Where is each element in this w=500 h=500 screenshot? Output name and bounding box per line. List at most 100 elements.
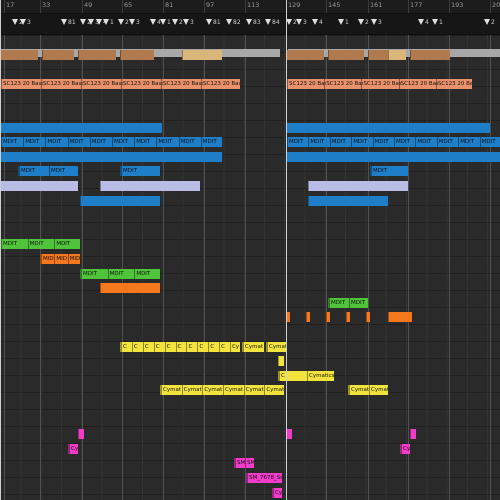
arrangement-clip[interactable]: MDIT MDIT [18, 166, 78, 177]
locator-label: 2 [491, 19, 495, 26]
arrangement-clip[interactable] [326, 312, 330, 323]
arrangement-clip[interactable]: Cy [400, 443, 410, 454]
arrangement-clip[interactable]: SMSM [234, 458, 254, 469]
clip-label: Cymat [202, 385, 225, 396]
arrangement-clip[interactable]: Cy [68, 443, 78, 454]
arrangement-clip[interactable] [0, 151, 222, 162]
bar-ruler[interactable]: 17 33 49 65 81 97 113 129 145 161 177 193 209 [0, 0, 500, 14]
arrangement-clip[interactable] [368, 49, 388, 60]
locator-marker-icon[interactable] [88, 19, 94, 25]
arrangement-clip[interactable] [42, 49, 74, 60]
arrangement-clip[interactable] [0, 122, 162, 133]
arrangement-clip[interactable] [286, 49, 324, 60]
locator-marker-icon[interactable] [226, 19, 232, 25]
locator-marker-icon[interactable] [358, 19, 364, 25]
arrangement-clip[interactable]: Cymat [266, 341, 286, 352]
bar-gridline [368, 35, 369, 500]
arrangement-clip[interactable]: Cymat Cymat Cymat Cymat Cymat Cymat [160, 385, 284, 396]
arrangement-clip[interactable] [328, 49, 364, 60]
arrangement-clip[interactable]: Cymat [242, 341, 264, 352]
arrangement-clip[interactable]: SM_7678_Sn [246, 473, 282, 483]
arrangement-clip[interactable]: MDIT MDIT [328, 297, 368, 308]
locator-marker-icon[interactable] [206, 19, 212, 25]
locator-marker-icon[interactable] [418, 19, 424, 25]
locator-label: 3 [190, 19, 194, 26]
clip-label: MDIT [436, 137, 460, 148]
arrangement-clip[interactable]: MDIT MDIT MDIT [0, 239, 80, 250]
arrangement-clip[interactable]: SC123 20 Bass SC123 20 Bass SC123 20 Bass S… [286, 78, 472, 89]
arrangement-clip[interactable] [388, 312, 412, 323]
arrangement-clip[interactable] [286, 122, 490, 133]
locator-marker-icon[interactable] [265, 19, 271, 25]
bar-number: 97 [206, 1, 215, 9]
arrangement-clip[interactable] [308, 195, 388, 206]
arrangement-clip[interactable] [78, 49, 116, 60]
scene-ruler[interactable]: 2 3 81 2 3 4 1 2 3 4 1 2 3 81 82 83 84 2 3 4 1 2 3 4 1 2 [0, 14, 500, 35]
locator-marker-icon[interactable] [296, 19, 302, 25]
insert-marker[interactable] [286, 0, 287, 500]
locator-marker-icon[interactable] [172, 19, 178, 25]
clip-label: MDIT [287, 137, 310, 148]
locator-marker-icon[interactable] [12, 19, 18, 25]
locator-marker-icon[interactable] [96, 19, 102, 25]
clip-label: SC123 20 Bass [41, 78, 83, 89]
locator-marker-icon[interactable] [371, 19, 377, 25]
arrangement-clip[interactable] [78, 429, 84, 440]
arrangement-clip[interactable]: SC123 20 Bass SC123 20 Bass SC123 20 Bass S… [0, 78, 240, 89]
arrangement-clip[interactable] [100, 181, 200, 191]
locator-marker-icon[interactable] [432, 19, 438, 25]
arrangement-clip[interactable] [278, 356, 284, 367]
arrangement-clip[interactable] [0, 49, 38, 60]
arrangement-clip[interactable] [286, 151, 500, 162]
locator-marker-icon[interactable] [246, 19, 252, 25]
locator-marker-icon[interactable] [118, 19, 124, 25]
arrangement-clip[interactable] [100, 283, 160, 294]
locator-marker-icon[interactable] [312, 19, 318, 25]
bar-number: 113 [247, 1, 260, 9]
locator-marker-icon[interactable] [484, 19, 490, 25]
locator-label: 81 [68, 19, 76, 26]
ruler-tick [449, 0, 450, 13]
arrangement-clip[interactable] [410, 49, 450, 60]
arrangement-clip[interactable]: MID MID MID [40, 254, 80, 264]
arrangement-clip[interactable] [366, 312, 370, 323]
clip-label: MDIT [81, 268, 110, 279]
locator-marker-icon[interactable] [150, 19, 156, 25]
locator-marker-icon[interactable] [61, 19, 67, 25]
arrangement-clip[interactable] [182, 49, 222, 60]
locator-marker-icon[interactable] [20, 19, 26, 25]
locator-label: 3 [136, 19, 140, 26]
locator-marker-icon[interactable] [129, 19, 135, 25]
arrangement-clip[interactable]: Cymat Cymat [348, 385, 388, 396]
arrangement-clip[interactable] [120, 49, 154, 60]
locator-marker-icon[interactable] [103, 19, 109, 25]
arrangement-clip[interactable] [346, 312, 350, 323]
locator-marker-icon[interactable] [80, 19, 86, 25]
locator-marker-icon[interactable] [183, 19, 189, 25]
locator-label: 3 [303, 19, 307, 26]
locator-marker-icon[interactable] [160, 19, 166, 25]
clip-label: Cy [273, 487, 282, 498]
arrangement-clip[interactable] [0, 181, 78, 191]
arrangement-clip[interactable] [388, 49, 406, 60]
clip-label: C [279, 370, 309, 381]
arrangement-clip[interactable]: MDIT MDIT MDIT [80, 268, 160, 279]
bar-gridline [449, 35, 450, 500]
arrangement-clip[interactable] [308, 181, 408, 191]
arrangement-clip[interactable] [306, 312, 310, 323]
arrangement-clip[interactable]: MDIT MDIT MDIT MDIT MDIT MDIT MDIT MDIT MDIT MDIT [0, 137, 222, 148]
arrangement-clip[interactable]: MDIT [370, 166, 408, 177]
locator-marker-icon[interactable] [338, 19, 344, 25]
arrangement-clip[interactable]: MDIT [120, 166, 160, 177]
arrangement-clip[interactable]: Cy [272, 487, 282, 498]
arrangement-clip[interactable] [410, 429, 416, 440]
insert-marker[interactable] [0, 0, 1, 500]
arrangement-lanes[interactable]: SC123 20 Bass SC123 20 Bass SC123 20 Bass S… [0, 35, 500, 500]
arrangement-clip[interactable] [80, 195, 160, 206]
bar-number: 177 [410, 1, 423, 9]
clip-label: MDIT [121, 166, 160, 177]
arrangement-clip[interactable]: MDIT MDIT MDIT MDIT MDIT MDIT MDIT MDIT MDIT MDIT [286, 137, 500, 148]
arrangement-clip[interactable]: C C C C C C C C C C Cy [120, 341, 240, 352]
clip-label: SC123 20 Bass [287, 78, 327, 89]
clip-label: SC123 20 Bass [201, 78, 240, 89]
